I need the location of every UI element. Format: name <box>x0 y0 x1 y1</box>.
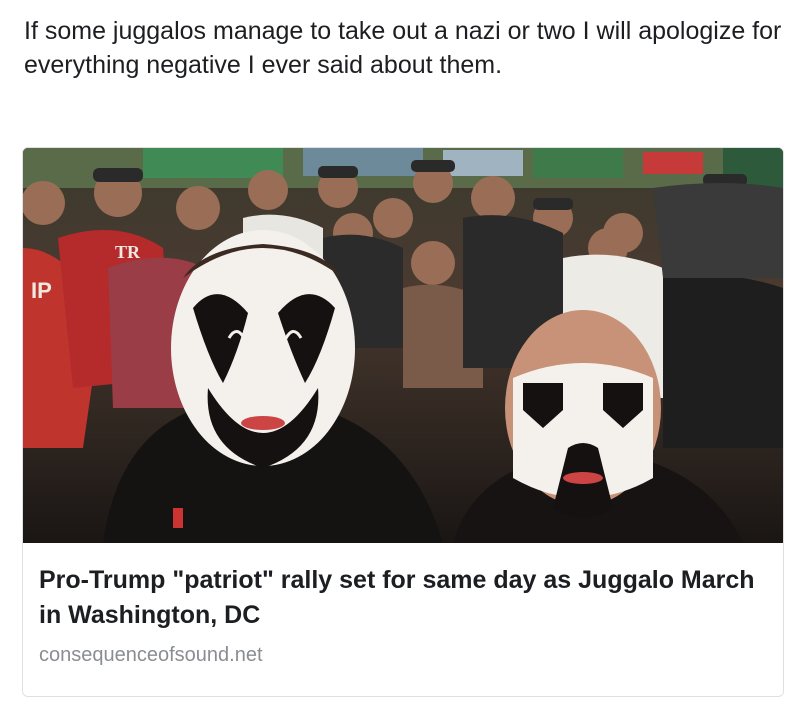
svg-text:TR: TR <box>115 242 141 262</box>
juggalos-photo: IP TR <box>23 148 783 543</box>
post-text: If some juggalos manage to take out a na… <box>24 17 782 79</box>
svg-text:IP: IP <box>31 278 52 303</box>
link-preview-card[interactable]: IP TR Pro-Trump "patriot" rally set for … <box>22 147 784 697</box>
link-headline[interactable]: Pro-Trump "patriot" rally set for same d… <box>39 563 759 633</box>
link-preview-footer[interactable]: Pro-Trump "patriot" rally set for same d… <box>23 543 783 696</box>
link-domain: consequenceofsound.net <box>39 644 263 666</box>
link-preview-image[interactable]: IP TR <box>23 148 783 543</box>
